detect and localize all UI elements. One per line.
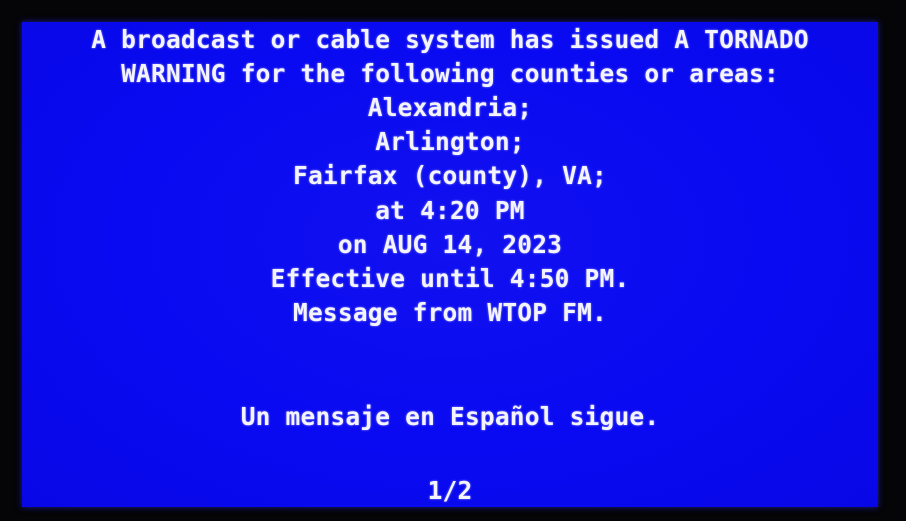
- effective-until: Effective until 4:50 PM.: [270, 264, 630, 293]
- area-fairfax: Fairfax (county), VA;: [293, 161, 607, 190]
- emergency-alert-screen: A broadcast or cable system has issued A…: [22, 22, 878, 507]
- area-arlington: Arlington;: [375, 127, 525, 156]
- spanish-notice: Un mensaje en Español sigue.: [240, 402, 660, 431]
- message-source: Message from WTOP FM.: [293, 298, 607, 327]
- page-indicator: 1/2: [427, 476, 473, 505]
- alert-headline-line-2: WARNING for the following counties or ar…: [121, 59, 779, 88]
- alert-headline-line-1: A broadcast or cable system has issued A…: [91, 25, 809, 54]
- issued-time: at 4:20 PM: [375, 196, 525, 225]
- area-alexandria: Alexandria;: [367, 93, 533, 122]
- issued-date: on AUG 14, 2023: [337, 230, 563, 259]
